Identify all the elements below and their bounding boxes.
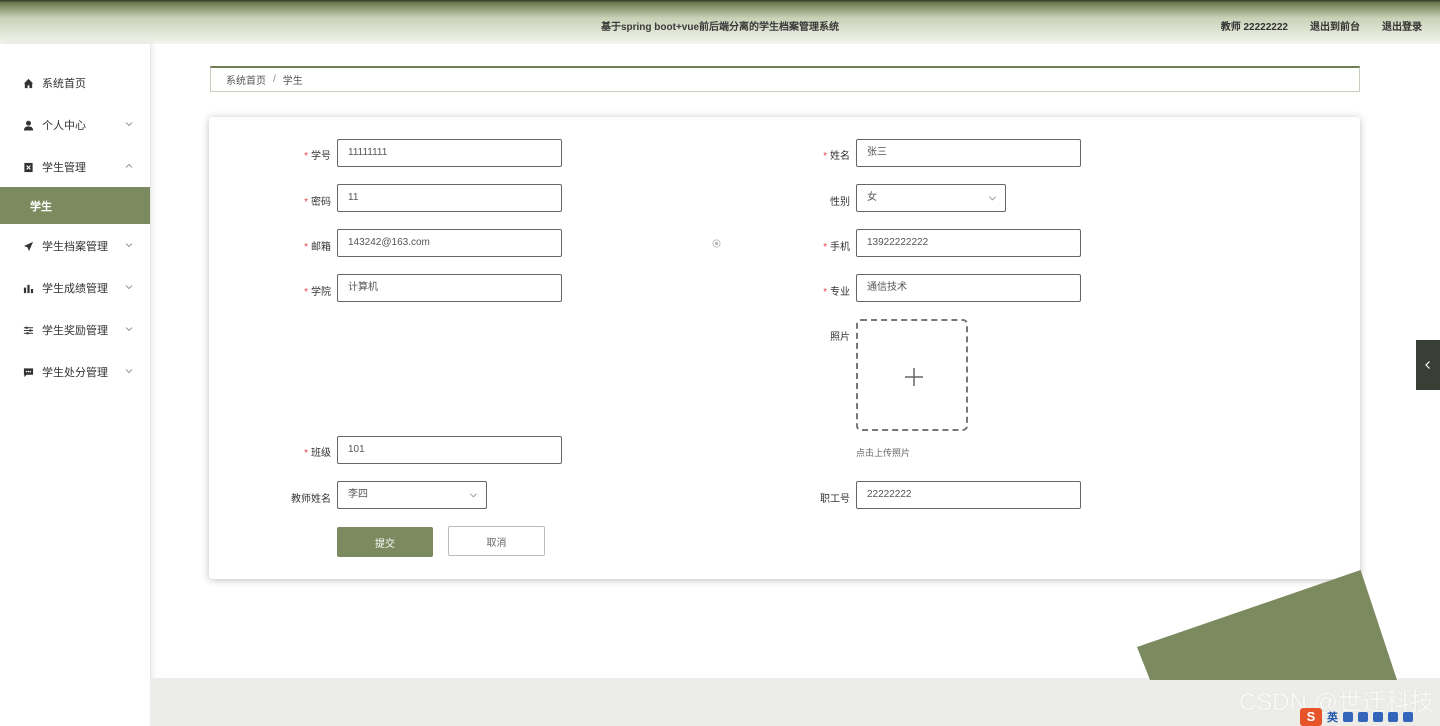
student-no-label: * 学号 [304, 151, 331, 162]
sidebar-item-label: 学生处分管理 [42, 367, 108, 379]
breadcrumb-current: 学生 [282, 76, 303, 87]
breadcrumb: 系统首页 / 学生 [210, 66, 1360, 92]
sidebar-item-label: 学生管理 [42, 162, 86, 174]
gender-select[interactable]: 女 [856, 184, 1006, 212]
cancel-button[interactable]: 取消 [448, 526, 545, 556]
sidebar-item-label: 学生档案管理 [42, 241, 108, 253]
sidebar-item-student-mgmt[interactable]: 学生管理 [0, 149, 150, 185]
major-field[interactable]: 通信技术 [856, 274, 1081, 302]
sidebar-item-rewards-mgmt[interactable]: 学生奖励管理 [0, 312, 150, 348]
sidebar-item-home[interactable]: 系统首页 [0, 65, 150, 101]
breadcrumb-home[interactable]: 系统首页 [226, 72, 266, 87]
back-to-front-link[interactable]: 退出到前台 [1310, 18, 1360, 33]
sidebar-item-label: 学生成绩管理 [42, 283, 108, 295]
password-field[interactable]: 11 [337, 184, 562, 212]
gender-label: 性别 [830, 197, 850, 208]
ime-punct-icon[interactable] [1343, 711, 1353, 722]
photo-upload-hint: 点击上传照片 [856, 448, 911, 458]
password-label: * 密码 [304, 197, 331, 208]
breadcrumb-separator: / [273, 74, 276, 85]
side-panel-toggle[interactable] [1416, 340, 1440, 390]
ime-mic-icon[interactable] [1358, 711, 1368, 722]
message-icon [22, 366, 34, 378]
photo-label: 照片 [830, 332, 850, 343]
email-label: * 邮箱 [304, 242, 331, 253]
header-actions: 教师 22222222 退出到前台 退出登录 [1221, 18, 1422, 33]
home-icon [22, 77, 34, 89]
student-form-card: * 学号 11111111 * 姓名 张三 * 密码 11 性别 女 * 邮箱 1432… [209, 117, 1360, 579]
teacher-name-select[interactable]: 李四 [337, 481, 487, 509]
gender-selected-value: 女 [867, 192, 877, 203]
ime-keyboard-icon[interactable] [1373, 711, 1383, 722]
clear-circle-icon[interactable] [712, 239, 721, 248]
chevron-down-icon [125, 285, 133, 290]
name-label: * 姓名 [823, 151, 850, 162]
badge-icon [22, 161, 34, 173]
ime-menu-icon[interactable] [1403, 711, 1413, 722]
chevron-down-icon [989, 196, 996, 201]
major-label: * 专业 [823, 287, 850, 298]
chevron-left-icon [1425, 361, 1430, 369]
submit-button[interactable]: 提交 [337, 527, 433, 557]
chevron-down-icon [125, 243, 133, 248]
decorative-shape [1137, 570, 1397, 680]
photo-upload-button[interactable] [856, 319, 968, 431]
college-field[interactable]: 计算机 [337, 274, 562, 302]
sidebar-item-label: 个人中心 [42, 120, 86, 132]
email-field[interactable]: 143242@163.com [337, 229, 562, 257]
sidebar-item-grades-mgmt[interactable]: 学生成绩管理 [0, 270, 150, 306]
ime-logo-icon: S [1300, 707, 1322, 726]
chevron-down-icon [470, 493, 477, 498]
plus-icon [905, 368, 923, 386]
logout-link[interactable]: 退出登录 [1382, 18, 1422, 33]
student-no-field[interactable]: 11111111 [337, 139, 562, 167]
staff-no-label: 职工号 [820, 494, 850, 505]
sidebar: 系统首页 个人中心 学生管理 学生 学生档案管理 学生成绩管理 学生奖励管理 学… [0, 44, 151, 726]
top-header: 基于spring boot+vue前后端分离的学生档案管理系统 教师 22222… [0, 0, 1440, 44]
sidebar-item-profile[interactable]: 个人中心 [0, 107, 150, 143]
send-icon [22, 240, 34, 252]
sidebar-item-archive-mgmt[interactable]: 学生档案管理 [0, 228, 150, 264]
sidebar-item-label: 系统首页 [42, 78, 86, 90]
ime-language[interactable]: 英 [1327, 709, 1338, 725]
staff-no-field[interactable]: 22222222 [856, 481, 1081, 509]
chevron-down-icon [125, 327, 133, 332]
teacher-name-label: 教师姓名 [291, 494, 331, 505]
bar-chart-icon [22, 282, 34, 294]
college-label: * 学院 [304, 287, 331, 298]
teacher-selected-value: 李四 [348, 489, 368, 500]
sidebar-subitem-student[interactable]: 学生 [0, 187, 150, 224]
name-field[interactable]: 张三 [856, 139, 1081, 167]
ime-skin-icon[interactable] [1388, 711, 1398, 722]
user-icon [22, 119, 34, 131]
sliders-icon [22, 324, 34, 336]
phone-label: * 手机 [823, 242, 850, 253]
chevron-up-icon [125, 163, 133, 168]
chevron-down-icon [125, 369, 133, 374]
class-label: * 班级 [304, 448, 331, 459]
phone-field[interactable]: 13922222222 [856, 229, 1081, 257]
ime-toolbar: S 英 [1298, 707, 1440, 726]
sidebar-item-label: 学生奖励管理 [42, 325, 108, 337]
chevron-down-icon [125, 122, 133, 127]
class-field[interactable]: 101 [337, 436, 562, 464]
sidebar-item-penalty-mgmt[interactable]: 学生处分管理 [0, 354, 150, 390]
current-user: 教师 22222222 [1220, 22, 1288, 33]
